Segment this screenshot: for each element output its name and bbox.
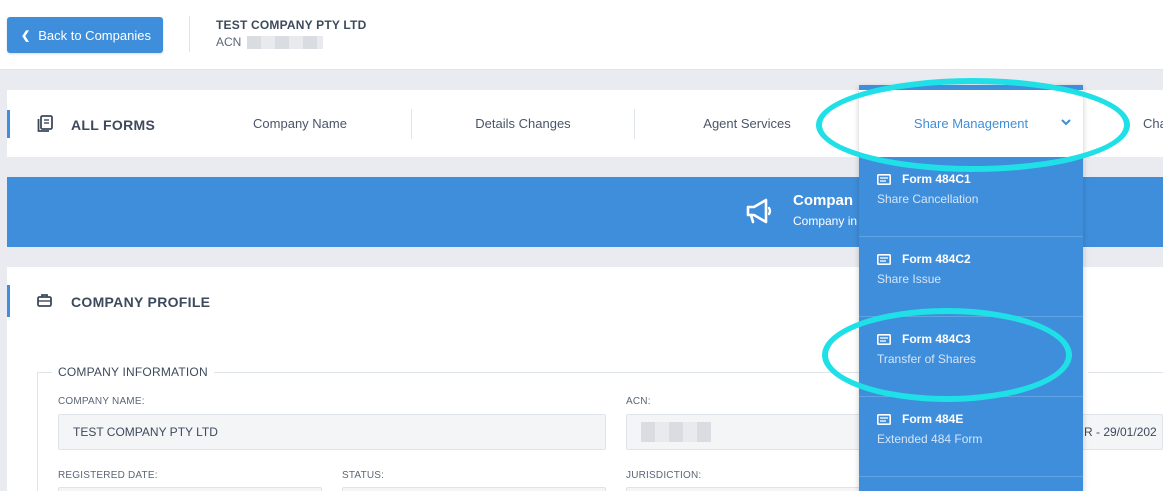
- jurisdiction-field[interactable]: [626, 487, 876, 491]
- forms-icon: [37, 115, 53, 132]
- form-list-icon: [877, 334, 891, 345]
- profile-title: COMPANY PROFILE: [71, 294, 211, 310]
- profile-accent-bar: [7, 285, 10, 317]
- company-acn: ACN: [216, 35, 324, 49]
- company-name-label: COMPANY NAME:: [58, 396, 145, 407]
- company-name-field[interactable]: TEST COMPANY PTY LTD: [58, 414, 606, 450]
- dropdown-item-form-484e[interactable]: Form 484E Extended 484 Form: [859, 397, 1083, 477]
- form-list-icon: [877, 414, 891, 425]
- nav-details-changes[interactable]: Details Changes: [412, 90, 634, 157]
- header-divider: [189, 16, 190, 52]
- jurisdiction-label: JURISDICTION:: [626, 470, 702, 481]
- chevron-left-icon: ❮: [21, 29, 31, 42]
- status-label: STATUS:: [342, 470, 385, 481]
- status-field[interactable]: [342, 487, 606, 491]
- company-title: TEST COMPANY PTY LTD: [216, 18, 367, 32]
- megaphone-icon: [746, 198, 772, 224]
- dropdown-item-subtitle: Share Issue: [877, 272, 942, 286]
- all-forms-label: ALL FORMS: [71, 117, 156, 133]
- forms-accent-bar: [7, 110, 10, 138]
- form-list-icon: [877, 174, 891, 185]
- banner-subtitle: Company in: [793, 214, 858, 228]
- top-bar: ❮ Back to Companies TEST COMPANY PTY LTD…: [0, 0, 1163, 70]
- dropdown-item-form-484c3[interactable]: Form 484C3 Transfer of Shares: [859, 317, 1083, 397]
- acn-field[interactable]: [626, 414, 876, 450]
- nav-agent-services[interactable]: Agent Services: [635, 90, 859, 157]
- dropdown-item-form-484c1[interactable]: Form 484C1 Share Cancellation: [859, 157, 1083, 237]
- redacted-acn: [247, 35, 324, 49]
- back-to-companies-button[interactable]: ❮ Back to Companies: [7, 17, 163, 53]
- dropdown-item-form-484c2[interactable]: Form 484C2 Share Issue: [859, 237, 1083, 317]
- briefcase-icon: [37, 294, 52, 307]
- dropdown-item-title: Form 484C1: [902, 172, 971, 186]
- nav-changes-truncated[interactable]: Cha: [1143, 90, 1163, 157]
- nav-share-management-label: Share Management: [913, 116, 1029, 131]
- company-info-legend: COMPANY INFORMATION: [52, 365, 214, 379]
- back-button-label: Back to Companies: [38, 27, 151, 43]
- dropdown-item-title: Form 484C3: [902, 332, 971, 346]
- redacted-acn-value: [641, 422, 711, 442]
- registered-date-label: REGISTERED DATE:: [58, 470, 158, 481]
- nav-company-name[interactable]: Company Name: [187, 90, 413, 157]
- dropdown-item-title: Form 484E: [902, 412, 964, 426]
- chevron-down-icon: [1061, 119, 1071, 126]
- acn-field-label: ACN:: [626, 396, 651, 407]
- share-management-tab[interactable]: Share Management: [859, 90, 1083, 157]
- dropdown-item-subtitle: Share Cancellation: [877, 192, 979, 206]
- acn-label: ACN: [216, 35, 242, 49]
- dropdown-item-subtitle: Transfer of Shares: [877, 352, 976, 366]
- registered-date-field[interactable]: [58, 487, 322, 491]
- dropdown-item-title: Form 484C2: [902, 252, 971, 266]
- share-management-dropdown: Share Management Form 484C1 Share Cancel…: [859, 85, 1083, 491]
- banner-title: Compan: [793, 192, 853, 209]
- dropdown-item-subtitle: Extended 484 Form: [877, 432, 983, 446]
- form-list-icon: [877, 254, 891, 265]
